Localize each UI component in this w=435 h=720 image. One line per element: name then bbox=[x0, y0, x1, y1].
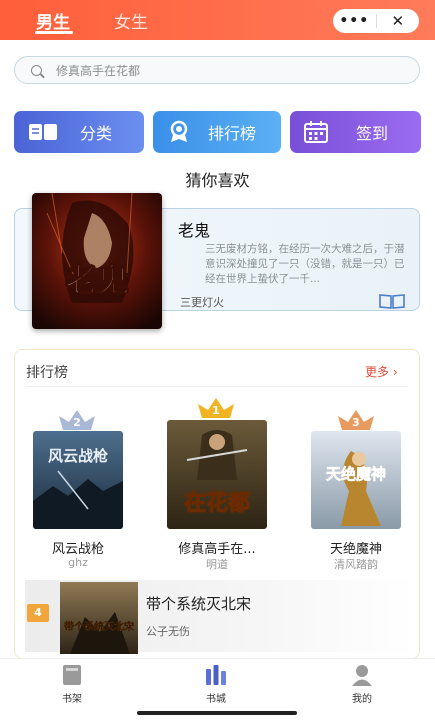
recommend-book-cover[interactable]: 老鬼 bbox=[32, 193, 162, 329]
ranking-more-link[interactable]: 更多 › bbox=[365, 363, 398, 380]
nav-profile-label: 我的 bbox=[352, 694, 372, 705]
book-author-rank-4: 公子无伤 bbox=[146, 625, 190, 638]
book-name-rank-1[interactable]: 修真高手在... bbox=[160, 538, 274, 557]
rank-1-number: 1 bbox=[212, 404, 220, 417]
nav-bookstore-label: 书城 bbox=[206, 694, 226, 705]
nav-bookstore[interactable]: 书城 bbox=[186, 660, 246, 705]
mini-program-capsule: ••• ✕ bbox=[333, 9, 419, 33]
cover-title-text: 带个系统灭北宋 bbox=[64, 620, 134, 633]
checkin-button[interactable]: 签到 bbox=[290, 111, 421, 153]
cover-title-text: 老鬼 bbox=[65, 261, 129, 299]
book-author-rank-1: 明道 bbox=[206, 558, 228, 571]
medal-icon bbox=[170, 120, 188, 142]
rank-3-number: 3 bbox=[352, 416, 360, 429]
book-cover-rank-1[interactable]: 在花都 bbox=[167, 420, 267, 529]
rank-1-crown: 1 bbox=[196, 396, 236, 420]
book-cover-rank-2[interactable]: 风云战枪 bbox=[33, 431, 123, 529]
ranking-button[interactable]: 排行榜 bbox=[153, 111, 281, 153]
ranking-divider bbox=[26, 386, 408, 387]
cover-title-text: 风云战枪 bbox=[48, 447, 108, 465]
bookstore-icon bbox=[206, 665, 226, 685]
more-options-button[interactable]: ••• bbox=[333, 13, 376, 29]
chevron-right-icon: › bbox=[392, 365, 398, 379]
rank-2-number: 2 bbox=[73, 416, 81, 429]
category-button[interactable]: 分类 bbox=[14, 111, 144, 153]
tab-female[interactable]: 女生 bbox=[114, 8, 148, 33]
rank-2-crown: 2 bbox=[57, 408, 97, 432]
ranking-title: 排行榜 bbox=[26, 365, 68, 381]
recommend-book-title[interactable]: 老鬼 bbox=[178, 217, 210, 241]
cover-title-text: 在花都 bbox=[184, 490, 250, 516]
rank-3-crown: 3 bbox=[336, 408, 376, 432]
book-name-rank-2[interactable]: 风云战枪 bbox=[33, 538, 123, 557]
recommend-section-title: 猜你喜欢 bbox=[185, 171, 250, 190]
profile-icon bbox=[352, 665, 372, 686]
ranking-button-label: 排行榜 bbox=[208, 124, 257, 143]
book-cover-rank-3[interactable]: 天绝魔神 bbox=[311, 431, 401, 529]
nav-profile[interactable]: 我的 bbox=[332, 660, 392, 705]
home-indicator bbox=[137, 711, 297, 715]
rank-4-badge: 4 bbox=[27, 604, 49, 622]
checkin-button-label: 签到 bbox=[356, 124, 389, 143]
category-button-label: 分类 bbox=[80, 124, 113, 143]
read-book-icon[interactable] bbox=[379, 293, 405, 309]
recommend-book-author: 三更灯火 bbox=[180, 296, 224, 309]
bookshelf-icon bbox=[63, 665, 81, 685]
nav-bookshelf[interactable]: 书架 bbox=[42, 660, 102, 705]
book-author-rank-2: ghz bbox=[68, 556, 88, 569]
search-icon bbox=[31, 64, 42, 76]
search-placeholder: 修真高手在花都 bbox=[56, 63, 141, 78]
book-cover-rank-4[interactable]: 带个系统灭北宋 bbox=[60, 582, 138, 654]
search-input[interactable]: 修真高手在花都 bbox=[14, 56, 420, 84]
book-author-rank-3: 清风踏韵 bbox=[334, 558, 378, 571]
book-name-rank-4[interactable]: 带个系统灭北宋 bbox=[146, 593, 251, 614]
close-button[interactable]: ✕ bbox=[377, 12, 420, 30]
active-tab-indicator bbox=[35, 31, 73, 34]
nav-bookshelf-label: 书架 bbox=[62, 694, 82, 705]
cover-title-text: 天绝魔神 bbox=[326, 465, 386, 483]
top-header-bar: 男生 女生 ••• ✕ bbox=[0, 0, 435, 40]
open-book-icon bbox=[29, 124, 57, 140]
book-name-rank-3[interactable]: 天绝魔神 bbox=[311, 538, 401, 557]
more-label: 更多 bbox=[365, 365, 390, 379]
tab-male[interactable]: 男生 bbox=[36, 8, 70, 33]
recommend-book-description: 三无废材方铭，在经历一次大难之后，于潜意识深处撞见了一只（没错，就是一只）已经在… bbox=[205, 243, 405, 285]
calendar-icon bbox=[304, 121, 328, 143]
